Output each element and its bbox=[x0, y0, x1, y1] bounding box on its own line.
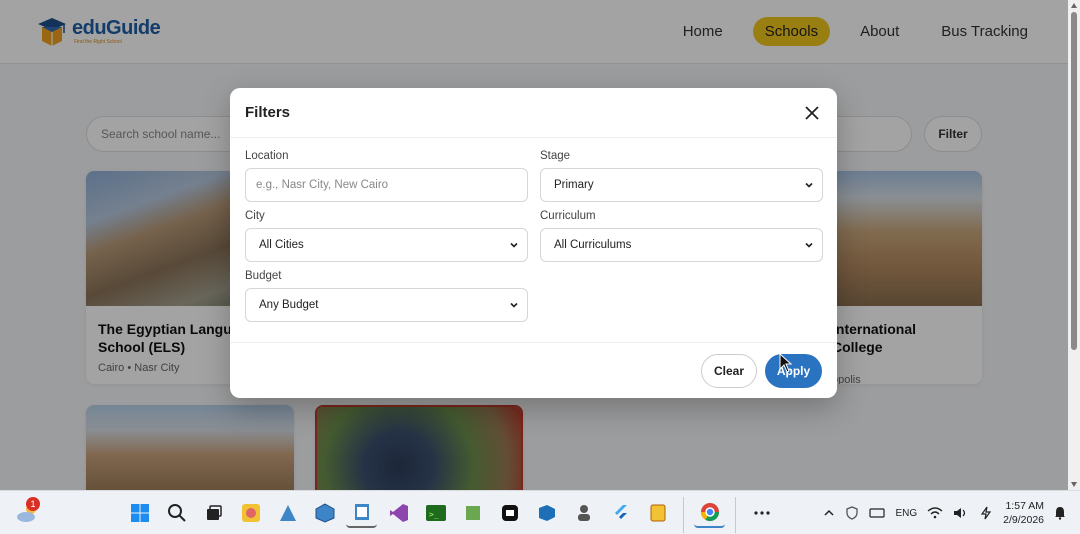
budget-select[interactable]: Any Budget bbox=[245, 288, 528, 322]
city-select[interactable]: All Cities bbox=[245, 228, 528, 262]
battery-icon[interactable] bbox=[979, 506, 993, 520]
mouse-cursor-icon bbox=[779, 353, 793, 373]
svg-text:>_: >_ bbox=[429, 510, 439, 519]
stage-field: Stage Primary bbox=[540, 150, 823, 202]
city-field: City All Cities bbox=[245, 210, 528, 262]
notification-badge: 1 bbox=[26, 497, 40, 511]
stage-select[interactable]: Primary bbox=[540, 168, 823, 202]
clear-button[interactable]: Clear bbox=[701, 353, 757, 388]
clock-date: 2/9/2026 bbox=[1003, 514, 1044, 526]
wifi-icon[interactable] bbox=[927, 507, 943, 519]
location-field: Location e.g., Nasr City, New Cairo bbox=[245, 150, 528, 202]
code-icon[interactable] bbox=[457, 497, 488, 528]
more-icon[interactable] bbox=[746, 497, 777, 528]
scroll-thumb[interactable] bbox=[1071, 12, 1077, 350]
location-input[interactable]: e.g., Nasr City, New Cairo bbox=[245, 168, 528, 202]
shield-icon[interactable] bbox=[845, 506, 859, 520]
start-icon[interactable] bbox=[124, 497, 155, 528]
visual-studio-icon[interactable] bbox=[383, 497, 414, 528]
close-button[interactable] bbox=[802, 103, 822, 123]
chevron-down-icon bbox=[805, 242, 813, 248]
curriculum-select[interactable]: All Curriculums bbox=[540, 228, 823, 262]
task-view-icon[interactable] bbox=[198, 497, 229, 528]
app-a-icon[interactable] bbox=[272, 497, 303, 528]
scroll-down-icon[interactable] bbox=[1070, 480, 1078, 488]
volume-icon[interactable] bbox=[953, 507, 969, 519]
flutter-icon[interactable] bbox=[605, 497, 636, 528]
note-app-icon[interactable] bbox=[642, 497, 673, 528]
language-indicator[interactable]: ENG bbox=[895, 508, 917, 519]
budget-label: Budget bbox=[245, 270, 282, 282]
curriculum-label: Curriculum bbox=[540, 210, 596, 222]
system-tray: ENG 1:57 AM 2/9/2026 bbox=[823, 491, 1066, 534]
chevron-down-icon bbox=[805, 182, 813, 188]
photos-icon[interactable] bbox=[235, 497, 266, 528]
notepad-icon[interactable] bbox=[346, 497, 377, 528]
person-icon[interactable] bbox=[568, 497, 599, 528]
box-icon[interactable] bbox=[309, 497, 340, 528]
keyboard-icon[interactable] bbox=[869, 507, 886, 519]
chevron-down-icon bbox=[510, 302, 518, 308]
clock[interactable]: 1:57 AM 2/9/2026 bbox=[1003, 499, 1044, 527]
vscode-icon[interactable] bbox=[531, 497, 562, 528]
chevron-down-icon bbox=[510, 242, 518, 248]
stage-label: Stage bbox=[540, 150, 571, 162]
city-label: City bbox=[245, 210, 265, 222]
dialog-title: Filters bbox=[245, 104, 291, 121]
capcut-icon[interactable] bbox=[494, 497, 525, 528]
scroll-up-icon[interactable] bbox=[1070, 2, 1078, 10]
taskbar-apps: >_ bbox=[124, 497, 777, 533]
budget-field: Budget Any Budget bbox=[245, 270, 528, 322]
notification-bell-icon[interactable] bbox=[1054, 506, 1066, 520]
chevron-up-icon[interactable] bbox=[823, 507, 835, 519]
clock-time: 1:57 AM bbox=[1005, 500, 1044, 512]
chrome-icon[interactable] bbox=[694, 497, 725, 528]
filters-dialog: Filters Location e.g., Nasr City, New Ca… bbox=[230, 88, 837, 398]
apply-button[interactable]: Apply bbox=[765, 353, 822, 388]
search-icon[interactable] bbox=[161, 497, 192, 528]
curriculum-field: Curriculum All Curriculums bbox=[540, 210, 823, 262]
page-scrollbar[interactable] bbox=[1068, 0, 1080, 490]
location-label: Location bbox=[245, 150, 289, 162]
webpage: eduGuide Find the Right School Home Scho… bbox=[0, 0, 1068, 490]
close-icon bbox=[805, 105, 819, 120]
windows-taskbar: 1 >_ ENG 1:57 AM 2/9/2026 bbox=[0, 490, 1080, 534]
terminal-icon[interactable]: >_ bbox=[420, 497, 451, 528]
